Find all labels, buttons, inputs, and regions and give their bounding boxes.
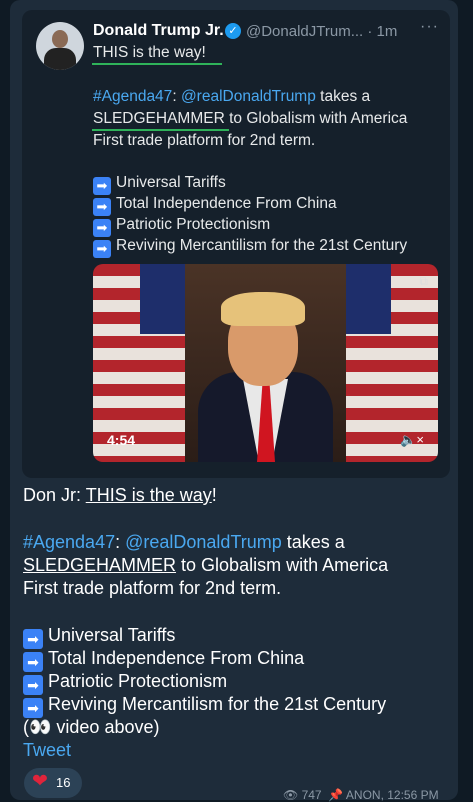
mention-link[interactable]: @realDonaldTrump [181, 88, 316, 105]
hashtag-link[interactable]: #Agenda47 [23, 532, 115, 552]
message-bullet: ➡ Total Independence From China [23, 648, 304, 672]
video-note: (👀 video above) [23, 717, 160, 737]
author-name[interactable]: Donald Trump Jr. [93, 22, 224, 40]
video-overlay-icon[interactable]: ⧉ [419, 274, 428, 289]
right-arrow-icon: ➡ [93, 240, 111, 258]
message-bullet: ➡ Reviving Mercantilism for the 21st Cent… [23, 694, 386, 718]
embed-bullet: ➡ Patriotic Protectionism [93, 216, 270, 237]
right-arrow-icon: ➡ [93, 177, 111, 195]
video-duration: 4:54 [107, 432, 136, 448]
right-arrow-icon: ➡ [23, 652, 43, 672]
mute-icon[interactable]: 🔈× [400, 432, 424, 448]
highlight-underline-2 [92, 129, 229, 131]
right-arrow-icon: ➡ [23, 629, 43, 649]
video-player[interactable]: ⧉ 4:54 🔈× [93, 264, 438, 462]
heart-icon: ❤ [32, 771, 48, 792]
more-options-icon[interactable]: ··· [420, 18, 439, 36]
message-bullet: ➡ Patriotic Protectionism [23, 671, 227, 695]
message-line-3: SLEDGEHAMMER to Globalism with America [23, 555, 389, 575]
tweet-link[interactable]: Tweet [23, 740, 71, 761]
embed-line-2: #Agenda47: @realDonaldTrump takes a [93, 88, 371, 105]
reaction-count: 16 [56, 775, 71, 790]
message-line-4: First trade platform for 2nd term. [23, 578, 282, 598]
embed-bullet: ➡ Reviving Mercantilism for the 21st Cent… [93, 237, 407, 258]
verified-icon: ✓ [225, 23, 241, 39]
reaction-button[interactable]: ❤ 16 [24, 768, 82, 798]
message-line-2: #Agenda47: @realDonaldTrump takes a [23, 532, 345, 552]
message-bullet: ➡ Universal Tariffs [23, 625, 175, 649]
highlight-underline [92, 63, 222, 65]
right-arrow-icon: ➡ [93, 219, 111, 237]
right-arrow-icon: ➡ [23, 698, 43, 718]
hashtag-link[interactable]: #Agenda47 [93, 88, 172, 105]
avatar[interactable] [36, 22, 84, 70]
right-arrow-icon: ➡ [23, 675, 43, 695]
author-handle: @DonaldJTrum... · 1m [246, 23, 398, 40]
right-arrow-icon: ➡ [93, 198, 111, 216]
embed-bullet: ➡ Universal Tariffs [93, 174, 226, 195]
embed-line-1: THIS is the way! [93, 44, 206, 61]
embed-bullet: ➡ Total Independence From China [93, 195, 337, 216]
embed-line-4: First trade platform for 2nd term. [93, 132, 316, 149]
message-line-1: Don Jr: THIS is the way! [23, 485, 217, 505]
embed-line-3: SLEDGEHAMMER to Globalism with America [93, 110, 408, 127]
flag-right [346, 264, 438, 462]
mention-link[interactable]: @realDonaldTrump [125, 532, 282, 552]
